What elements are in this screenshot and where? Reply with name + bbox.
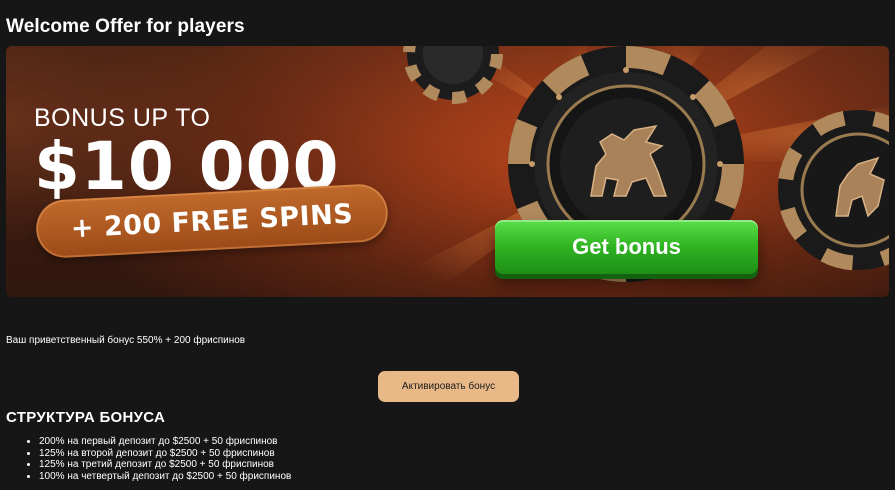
list-item: 125% на второй депозит до $2500 + 50 фри… bbox=[39, 448, 291, 460]
welcome-banner[interactable]: BONUS UP TO $10 000 + 200 FREE SPINS Get… bbox=[6, 46, 889, 297]
free-spins-label: + 200 FREE SPINS bbox=[70, 198, 354, 244]
chip-right-icon bbox=[777, 109, 889, 271]
activate-bonus-button[interactable]: Активировать бонус bbox=[378, 371, 519, 402]
chip-top-icon bbox=[403, 46, 503, 104]
bonus-structure-list: 200% на первый депозит до $2500 + 50 фри… bbox=[6, 436, 291, 482]
list-item: 125% на третий депозит до $2500 + 50 фри… bbox=[39, 459, 291, 471]
page-title: Welcome Offer for players bbox=[6, 16, 245, 37]
get-bonus-button[interactable]: Get bonus bbox=[495, 220, 758, 274]
list-item: 200% на первый депозит до $2500 + 50 фри… bbox=[39, 436, 291, 448]
offer-description: Ваш приветственный бонус 550% + 200 фрис… bbox=[6, 335, 246, 346]
bonus-structure-title: СТРУКТУРА БОНУСА bbox=[6, 409, 166, 426]
list-item: 100% на четвертый депозит до $2500 + 50 … bbox=[39, 471, 291, 483]
